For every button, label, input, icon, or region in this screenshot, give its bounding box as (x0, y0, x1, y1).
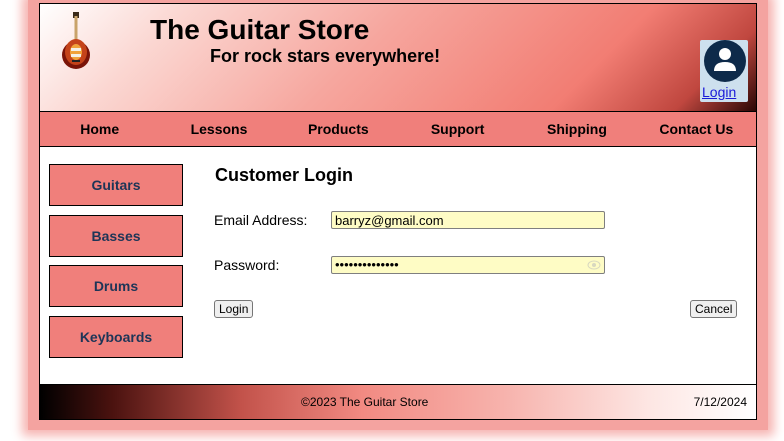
copyright-text: ©2023 The Guitar Store (301, 395, 429, 409)
nav-item-contact-us[interactable]: Contact Us (637, 112, 756, 146)
user-avatar-icon[interactable] (704, 40, 746, 82)
guitar-icon (62, 12, 90, 69)
password-field[interactable]: •••••••••••••• (331, 256, 605, 274)
sidebar-item-keyboards[interactable]: Keyboards (49, 316, 183, 358)
password-label: Password: (214, 257, 280, 273)
site-footer: ©2023 The Guitar Store 7/12/2024 (40, 384, 756, 419)
site-tagline: For rock stars everywhere! (210, 46, 441, 66)
site-header: The Guitar Store For rock stars everywhe… (40, 4, 756, 111)
nav-item-home[interactable]: Home (40, 112, 159, 146)
nav-item-support[interactable]: Support (398, 112, 517, 146)
footer-date: 7/12/2024 (693, 395, 747, 409)
sidebar-item-guitars[interactable]: Guitars (49, 164, 183, 206)
sidebar-item-drums[interactable]: Drums (49, 265, 183, 307)
password-masked-value: •••••••••••••• (335, 257, 399, 272)
page-container: The Guitar Store For rock stars everywhe… (39, 3, 757, 420)
login-button[interactable]: Login (214, 300, 254, 318)
account-widget[interactable]: Login (700, 40, 748, 102)
login-link[interactable]: Login (702, 84, 736, 100)
main-nav: Home Lessons Products Support Shipping C… (40, 111, 756, 147)
sidebar-item-basses[interactable]: Basses (49, 215, 183, 257)
cancel-button[interactable]: Cancel (690, 300, 738, 318)
nav-item-shipping[interactable]: Shipping (517, 112, 636, 146)
nav-item-products[interactable]: Products (279, 112, 398, 146)
nav-item-lessons[interactable]: Lessons (159, 112, 278, 146)
email-label: Email Address: (214, 212, 308, 228)
eye-icon[interactable] (587, 260, 601, 270)
email-field[interactable] (331, 211, 605, 229)
site-title: The Guitar Store (150, 14, 370, 45)
form-title: Customer Login (215, 165, 353, 185)
